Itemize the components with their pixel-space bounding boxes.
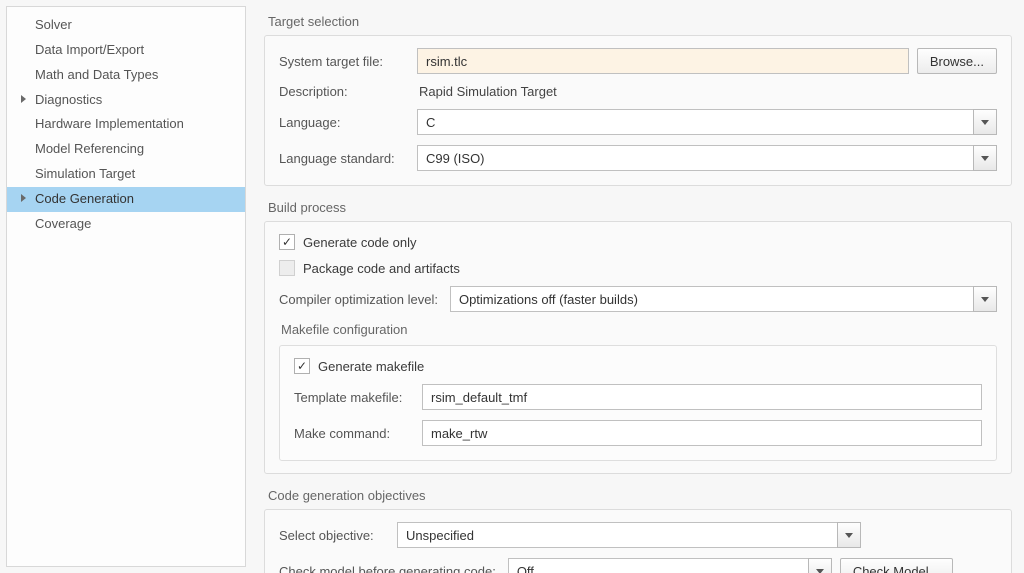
language-std-value: C99 (ISO) <box>417 145 973 171</box>
system-target-file-input[interactable] <box>417 48 909 74</box>
chevron-down-icon[interactable] <box>973 109 997 135</box>
compiler-opt-dropdown[interactable]: Optimizations off (faster builds) <box>450 286 997 312</box>
sidebar-item-math-data-types[interactable]: Math and Data Types <box>7 63 245 88</box>
language-std-dropdown[interactable]: C99 (ISO) <box>417 145 997 171</box>
sidebar-item-hardware[interactable]: Hardware Implementation <box>7 112 245 137</box>
sidebar-item-code-gen[interactable]: Code Generation <box>7 187 245 212</box>
sidebar-item-sim-target[interactable]: Simulation Target <box>7 162 245 187</box>
build-process-panel: ✓ Generate code only Package code and ar… <box>264 221 1012 474</box>
language-label: Language: <box>279 115 409 130</box>
select-objective-label: Select objective: <box>279 528 389 543</box>
make-command-input[interactable] <box>422 420 982 446</box>
sidebar-item-coverage[interactable]: Coverage <box>7 212 245 237</box>
compiler-opt-label: Compiler optimization level: <box>279 292 442 307</box>
sidebar-item-solver[interactable]: Solver <box>7 13 245 38</box>
check-model-button[interactable]: Check Model... <box>840 558 953 573</box>
generate-code-only-checkbox[interactable]: ✓ <box>279 234 295 250</box>
chevron-down-icon[interactable] <box>837 522 861 548</box>
makefile-config-title: Makefile configuration <box>281 322 997 337</box>
select-objective-dropdown[interactable]: Unspecified <box>397 522 861 548</box>
main-panel: Target selection System target file: Bro… <box>252 0 1024 573</box>
generate-code-only-label: Generate code only <box>303 235 416 250</box>
makefile-config-panel: ✓ Generate makefile Template makefile: M… <box>279 345 997 461</box>
make-command-label: Make command: <box>294 426 414 441</box>
package-code-checkbox[interactable] <box>279 260 295 276</box>
language-dropdown[interactable]: C <box>417 109 997 135</box>
select-objective-value: Unspecified <box>397 522 837 548</box>
check-model-before-value: Off <box>508 558 808 573</box>
language-std-label: Language standard: <box>279 151 409 166</box>
check-model-before-dropdown[interactable]: Off <box>508 558 832 573</box>
code-gen-obj-panel: Select objective: Unspecified Check mode… <box>264 509 1012 573</box>
check-model-before-label: Check model before generating code: <box>279 564 500 573</box>
package-code-label: Package code and artifacts <box>303 261 460 276</box>
target-selection-title: Target selection <box>268 14 1012 29</box>
sidebar-item-model-ref[interactable]: Model Referencing <box>7 137 245 162</box>
chevron-down-icon[interactable] <box>973 286 997 312</box>
template-makefile-input[interactable] <box>422 384 982 410</box>
code-gen-obj-title: Code generation objectives <box>268 488 1012 503</box>
generate-makefile-checkbox[interactable]: ✓ <box>294 358 310 374</box>
sidebar: Solver Data Import/Export Math and Data … <box>6 6 246 567</box>
sidebar-item-data-import[interactable]: Data Import/Export <box>7 38 245 63</box>
browse-button[interactable]: Browse... <box>917 48 997 74</box>
language-value: C <box>417 109 973 135</box>
chevron-down-icon[interactable] <box>973 145 997 171</box>
description-label: Description: <box>279 84 409 99</box>
description-value: Rapid Simulation Target <box>417 84 557 99</box>
sidebar-item-diagnostics[interactable]: Diagnostics <box>7 88 245 113</box>
system-target-file-label: System target file: <box>279 54 409 69</box>
template-makefile-label: Template makefile: <box>294 390 414 405</box>
chevron-down-icon[interactable] <box>808 558 832 573</box>
target-selection-panel: System target file: Browse... Descriptio… <box>264 35 1012 186</box>
generate-makefile-label: Generate makefile <box>318 359 424 374</box>
compiler-opt-value: Optimizations off (faster builds) <box>450 286 973 312</box>
build-process-title: Build process <box>268 200 1012 215</box>
